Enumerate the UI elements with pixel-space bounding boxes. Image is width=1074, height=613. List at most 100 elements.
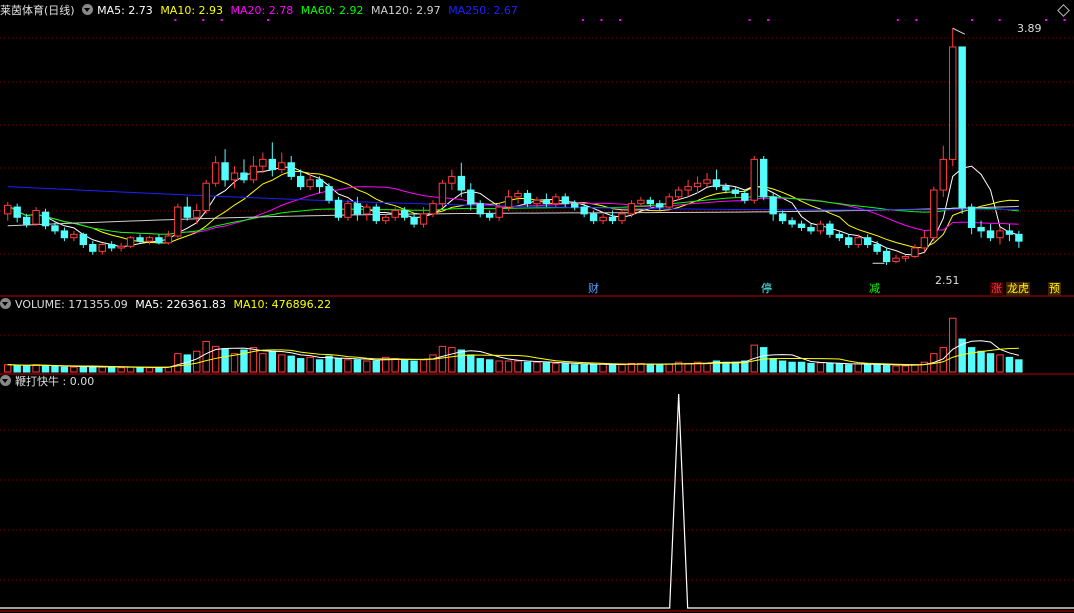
candle-body: [939, 158, 947, 191]
candle-body: [89, 244, 97, 252]
volume-bar: [1005, 356, 1014, 373]
candle-body: [996, 230, 1004, 239]
volume-bar: [911, 364, 919, 373]
candle-body: [533, 199, 541, 205]
volume-bar: [79, 366, 88, 373]
candle-body: [117, 245, 125, 249]
volume-bar: [778, 360, 787, 373]
candle-body: [637, 199, 645, 205]
volume-bar: [665, 363, 673, 373]
signal-marker: [748, 19, 751, 21]
candle-body: [136, 237, 144, 242]
volume-bar: [429, 354, 437, 373]
volume-bar: [287, 355, 295, 373]
signal-marker: [896, 19, 899, 21]
volume-bar: [835, 363, 844, 373]
candle-body: [485, 213, 494, 218]
signal-marker: [1044, 19, 1047, 21]
candle-body: [873, 244, 881, 252]
volume-bar: [769, 358, 777, 373]
volume-bar: [580, 364, 588, 373]
candle-body: [202, 182, 210, 211]
candle-body: [306, 179, 314, 188]
signal-marker: [915, 19, 918, 21]
event-tag-reduce[interactable]: 减: [868, 282, 881, 296]
candle-body: [618, 213, 626, 222]
candle-body: [107, 244, 116, 249]
candle-body: [552, 196, 560, 205]
candle-body: [580, 206, 588, 215]
volume-bar: [892, 365, 900, 373]
ma60-line: [7, 195, 1019, 235]
candle-body: [760, 158, 768, 198]
candle-body: [1005, 230, 1014, 235]
ma250-line: [7, 186, 1019, 211]
volume-bar: [315, 359, 324, 373]
volume-bar: [1015, 359, 1023, 373]
candle-body: [164, 235, 173, 244]
candle-body: [986, 230, 995, 239]
volume-bar: [495, 360, 503, 373]
candle-body: [741, 192, 749, 201]
volume-bar: [41, 365, 50, 373]
volume-bar: [136, 366, 144, 373]
signal-marker: [618, 19, 621, 21]
volume-bar: [646, 363, 655, 373]
candle-body: [344, 203, 352, 218]
candle-body: [419, 213, 428, 225]
candle-body: [911, 247, 919, 257]
candle-body: [296, 175, 305, 188]
candle-body: [542, 199, 551, 205]
candle-body: [589, 213, 598, 222]
event-tag-finance[interactable]: 财: [587, 282, 600, 296]
low-price-label: 2.51: [935, 274, 960, 287]
volume-bar: [344, 359, 352, 373]
volume-bar: [202, 340, 210, 373]
volume-bar: [996, 354, 1004, 373]
volume-bar: [542, 362, 551, 373]
volume-bar: [145, 367, 154, 373]
event-tag-dragon-tiger[interactable]: 龙虎: [1006, 282, 1030, 296]
volume-bar: [637, 362, 645, 373]
candle-body: [514, 192, 522, 198]
event-tag-limit-up[interactable]: 涨: [990, 282, 1003, 296]
candle-body: [315, 179, 324, 188]
event-tag-forecast[interactable]: 预: [1048, 282, 1061, 296]
candle-body: [382, 216, 390, 222]
volume-bar: [589, 364, 598, 373]
volume-bar: [977, 350, 985, 373]
candle-body: [731, 189, 740, 194]
signal-marker: [267, 19, 270, 21]
candle-body: [703, 179, 711, 184]
candle-body: [174, 206, 182, 237]
candle-body: [901, 255, 910, 259]
candle-body: [476, 203, 484, 215]
volume-bar: [504, 360, 513, 373]
volume-bar: [807, 362, 815, 373]
candle-body: [778, 213, 787, 222]
candle-body: [797, 223, 806, 228]
stock-chart[interactable]: 3.89 2.51: [0, 0, 1074, 613]
candle-body: [79, 233, 88, 246]
candle-body: [665, 196, 673, 208]
candle-body: [1015, 233, 1023, 242]
high-price-arrow: [952, 27, 965, 35]
volume-bar: [618, 364, 626, 373]
candle-body: [448, 175, 456, 184]
candle-body: [70, 233, 78, 239]
signal-marker: [581, 19, 584, 21]
candle-body: [523, 192, 532, 205]
candle-body: [155, 237, 163, 244]
candle-body: [438, 182, 447, 205]
candle-body: [240, 172, 248, 181]
candle-body: [807, 226, 815, 232]
indicator-line: [0, 393, 1074, 609]
candle-body: [656, 203, 664, 208]
candle-body: [826, 223, 834, 235]
volume-bar: [863, 364, 872, 373]
volume-bar: [296, 358, 305, 373]
volume-bar: [561, 362, 569, 373]
candle-body: [949, 46, 957, 160]
event-tag-suspend[interactable]: 停: [760, 282, 773, 296]
volume-bar: [155, 367, 163, 373]
